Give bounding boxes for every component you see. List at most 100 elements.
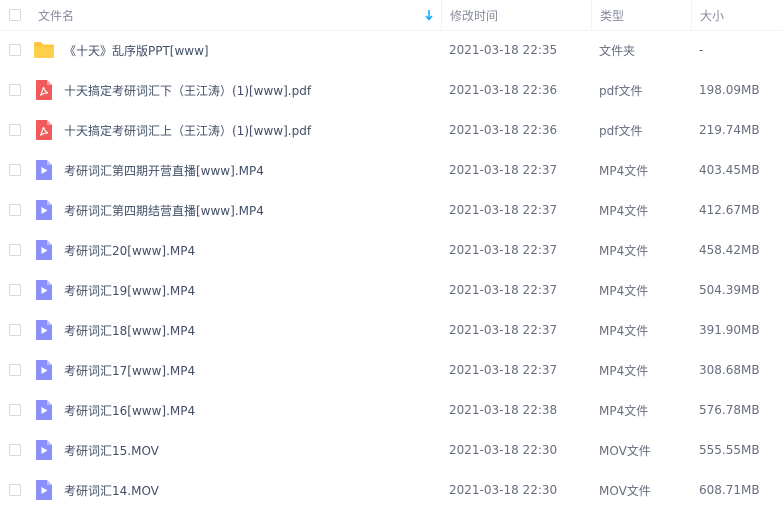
file-modified-time: 2021-03-18 22:35 bbox=[449, 43, 558, 57]
file-name-cell[interactable]: 考研词汇18[www].MP4 bbox=[30, 310, 440, 350]
file-name-cell[interactable]: 考研词汇第四期结营直播[www].MP4 bbox=[30, 190, 440, 230]
file-size: 576.78MB bbox=[699, 403, 760, 417]
row-checkbox-cell bbox=[0, 150, 30, 190]
row-checkbox[interactable] bbox=[9, 364, 21, 376]
file-name[interactable]: 考研词汇18[www].MP4 bbox=[64, 322, 195, 339]
pdf-icon bbox=[33, 79, 55, 101]
file-type: 文件夹 bbox=[599, 43, 636, 58]
video-icon bbox=[33, 159, 55, 181]
file-modified-time: 2021-03-18 22:37 bbox=[449, 243, 558, 257]
row-checkbox-cell bbox=[0, 70, 30, 110]
file-size: 403.45MB bbox=[699, 163, 760, 177]
row-checkbox-cell bbox=[0, 270, 30, 310]
video-icon bbox=[33, 239, 55, 261]
file-name-cell[interactable]: 考研词汇15.MOV bbox=[30, 430, 440, 470]
column-header-type[interactable]: 类型 bbox=[591, 0, 690, 30]
file-size: 555.55MB bbox=[699, 443, 760, 457]
file-row[interactable]: 《十天》乱序版PPT[www] 2021-03-18 22:35 文件夹 - bbox=[0, 30, 783, 70]
row-checkbox-cell bbox=[0, 390, 30, 430]
file-row[interactable]: 考研词汇第四期结营直播[www].MP4 2021-03-18 22:37 MP4文… bbox=[0, 190, 783, 230]
file-name-cell[interactable]: 考研词汇17[www].MP4 bbox=[30, 350, 440, 390]
file-modified-time: 2021-03-18 22:30 bbox=[449, 483, 558, 497]
file-modified-time: 2021-03-18 22:37 bbox=[449, 163, 558, 177]
file-name[interactable]: 考研词汇19[www].MP4 bbox=[64, 282, 195, 299]
row-checkbox[interactable] bbox=[9, 204, 21, 216]
file-row[interactable]: 考研词汇第四期开营直播[www].MP4 2021-03-18 22:37 MP4文… bbox=[0, 150, 783, 190]
file-size: 412.67MB bbox=[699, 203, 760, 217]
file-row[interactable]: 十天搞定考研词汇上（王江涛）(1)[www].pdf 2021-03-18 22:… bbox=[0, 110, 783, 150]
file-row[interactable]: 十天搞定考研词汇下（王江涛）(1)[www].pdf 2021-03-18 22:… bbox=[0, 70, 783, 110]
file-name[interactable]: 《十天》乱序版PPT[www] bbox=[64, 42, 209, 59]
row-checkbox[interactable] bbox=[9, 84, 21, 96]
row-checkbox-cell bbox=[0, 230, 30, 270]
file-name[interactable]: 考研词汇20[www].MP4 bbox=[64, 242, 195, 259]
file-name[interactable]: 考研词汇第四期结营直播[www].MP4 bbox=[64, 202, 264, 219]
select-all-cell bbox=[0, 0, 30, 30]
file-name-cell[interactable]: 十天搞定考研词汇上（王江涛）(1)[www].pdf bbox=[30, 110, 440, 150]
row-checkbox[interactable] bbox=[9, 484, 21, 496]
column-header-size[interactable]: 大小 bbox=[691, 0, 783, 30]
file-type: MP4文件 bbox=[599, 363, 649, 378]
row-checkbox-cell bbox=[0, 350, 30, 390]
file-name-cell[interactable]: 考研词汇20[www].MP4 bbox=[30, 230, 440, 270]
row-checkbox[interactable] bbox=[9, 164, 21, 176]
file-name-cell[interactable]: 考研词汇14.MOV bbox=[30, 470, 440, 510]
file-size: 198.09MB bbox=[699, 83, 760, 97]
file-name-cell[interactable]: 考研词汇19[www].MP4 bbox=[30, 270, 440, 310]
file-name[interactable]: 十天搞定考研词汇下（王江涛）(1)[www].pdf bbox=[64, 82, 311, 99]
video-icon bbox=[33, 359, 55, 381]
file-row[interactable]: 考研词汇14.MOV 2021-03-18 22:30 MOV文件 608.71MB bbox=[0, 470, 783, 510]
select-all-checkbox[interactable] bbox=[9, 9, 21, 21]
file-name[interactable]: 考研词汇14.MOV bbox=[64, 482, 159, 499]
file-type: MP4文件 bbox=[599, 163, 649, 178]
file-type: MP4文件 bbox=[599, 403, 649, 418]
file-row[interactable]: 考研词汇20[www].MP4 2021-03-18 22:37 MP4文件 458.… bbox=[0, 230, 783, 270]
row-checkbox[interactable] bbox=[9, 124, 21, 136]
row-checkbox-cell bbox=[0, 110, 30, 150]
row-checkbox-cell bbox=[0, 310, 30, 350]
file-name-cell[interactable]: 考研词汇第四期开营直播[www].MP4 bbox=[30, 150, 440, 190]
file-type: MOV文件 bbox=[599, 443, 651, 458]
column-header-name-label: 文件名 bbox=[38, 8, 75, 23]
file-row[interactable]: 考研词汇15.MOV 2021-03-18 22:30 MOV文件 555.55MB bbox=[0, 430, 783, 470]
file-type: pdf文件 bbox=[599, 123, 643, 138]
column-header-name[interactable]: 文件名 bbox=[30, 0, 440, 30]
file-modified-time: 2021-03-18 22:36 bbox=[449, 123, 558, 137]
video-icon bbox=[33, 439, 55, 461]
row-checkbox[interactable] bbox=[9, 44, 21, 56]
file-name[interactable]: 考研词汇17[www].MP4 bbox=[64, 362, 195, 379]
column-header-type-label: 类型 bbox=[600, 8, 625, 23]
file-name[interactable]: 考研词汇16[www].MP4 bbox=[64, 402, 195, 419]
file-size: 608.71MB bbox=[699, 483, 760, 497]
column-header-modified-time-label: 修改时间 bbox=[450, 8, 499, 23]
row-checkbox[interactable] bbox=[9, 444, 21, 456]
file-name[interactable]: 考研词汇15.MOV bbox=[64, 442, 159, 459]
file-modified-time: 2021-03-18 22:38 bbox=[449, 403, 558, 417]
file-type: pdf文件 bbox=[599, 83, 643, 98]
file-size: 308.68MB bbox=[699, 363, 760, 377]
sort-down-arrow-icon[interactable] bbox=[424, 9, 434, 21]
row-checkbox[interactable] bbox=[9, 244, 21, 256]
file-row[interactable]: 考研词汇16[www].MP4 2021-03-18 22:38 MP4文件 576.… bbox=[0, 390, 783, 430]
file-type: MP4文件 bbox=[599, 323, 649, 338]
file-name[interactable]: 十天搞定考研词汇上（王江涛）(1)[www].pdf bbox=[64, 122, 311, 139]
column-header-modified-time[interactable]: 修改时间 bbox=[441, 0, 590, 30]
file-type: MP4文件 bbox=[599, 283, 649, 298]
file-name-cell[interactable]: 十天搞定考研词汇下（王江涛）(1)[www].pdf bbox=[30, 70, 440, 110]
row-checkbox[interactable] bbox=[9, 404, 21, 416]
file-modified-time: 2021-03-18 22:37 bbox=[449, 323, 558, 337]
row-checkbox[interactable] bbox=[9, 324, 21, 336]
video-icon bbox=[33, 399, 55, 421]
file-size: 219.74MB bbox=[699, 123, 760, 137]
file-row[interactable]: 考研词汇17[www].MP4 2021-03-18 22:37 MP4文件 308.… bbox=[0, 350, 783, 390]
file-row[interactable]: 考研词汇18[www].MP4 2021-03-18 22:37 MP4文件 391.… bbox=[0, 310, 783, 350]
file-row[interactable]: 考研词汇19[www].MP4 2021-03-18 22:37 MP4文件 504.… bbox=[0, 270, 783, 310]
video-icon bbox=[33, 279, 55, 301]
file-name-cell[interactable]: 考研词汇16[www].MP4 bbox=[30, 390, 440, 430]
file-name-cell[interactable]: 《十天》乱序版PPT[www] bbox=[30, 30, 440, 70]
file-name[interactable]: 考研词汇第四期开营直播[www].MP4 bbox=[64, 162, 264, 179]
file-type: MP4文件 bbox=[599, 243, 649, 258]
file-modified-time: 2021-03-18 22:37 bbox=[449, 363, 558, 377]
column-header-size-label: 大小 bbox=[700, 8, 725, 23]
row-checkbox[interactable] bbox=[9, 284, 21, 296]
